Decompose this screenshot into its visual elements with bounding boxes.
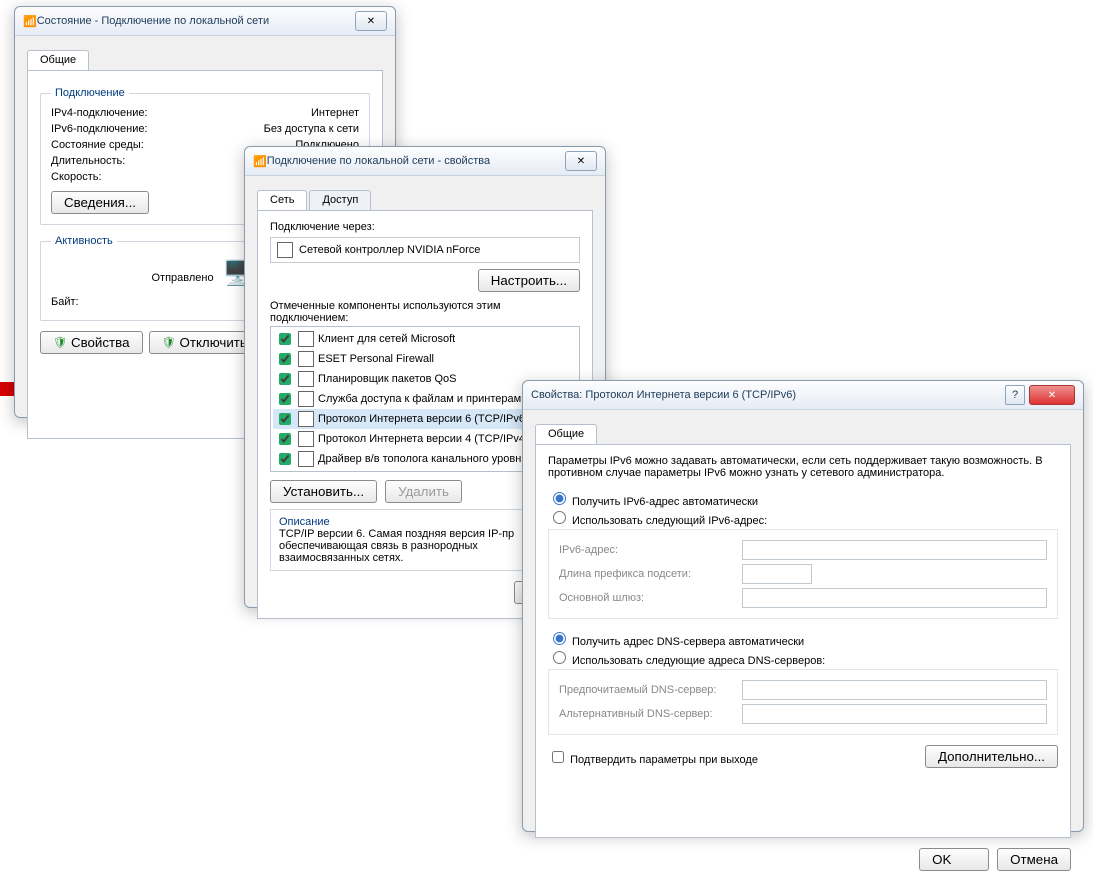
properties-button[interactable]: 🛡Свойства	[40, 331, 143, 354]
details-button[interactable]: Сведения...	[51, 191, 149, 214]
window-icon: 📶	[23, 15, 37, 28]
list-item: ESET Personal Firewall	[273, 349, 577, 369]
install-button[interactable]: Установить...	[270, 480, 377, 503]
radio-manual-dns[interactable]: Использовать следующие адреса DNS-сервер…	[548, 655, 825, 667]
configure-button[interactable]: Настроить...	[478, 269, 580, 292]
nic-icon	[277, 242, 293, 258]
tab-general[interactable]: Общие	[27, 50, 89, 70]
window-ipv6-properties: Свойства: Протокол Интернета версии 6 (T…	[522, 380, 1084, 832]
gateway-input[interactable]	[742, 588, 1047, 608]
validate-checkbox[interactable]: Подтвердить параметры при выходе	[548, 748, 758, 766]
close-button[interactable]: ✕	[1029, 385, 1075, 405]
radio-auto-ip[interactable]: Получить IPv6-адрес автоматически	[548, 496, 758, 508]
tab-network[interactable]: Сеть	[257, 190, 307, 210]
tab-access[interactable]: Доступ	[309, 190, 371, 210]
window-title: Состояние - Подключение по локальной сет…	[37, 15, 351, 27]
radio-manual-ip[interactable]: Использовать следующий IPv6-адрес:	[548, 515, 767, 527]
component-icon	[298, 431, 314, 447]
cancel-button[interactable]: Отмена	[997, 848, 1071, 871]
component-icon	[298, 411, 314, 427]
shield-icon: 🛡	[53, 336, 67, 349]
component-icon	[298, 331, 314, 347]
ok-button[interactable]: OK	[919, 848, 989, 871]
component-icon	[298, 371, 314, 387]
window-title: Свойства: Протокол Интернета версии 6 (T…	[531, 389, 1005, 401]
component-icon	[298, 391, 314, 407]
component-icon	[298, 351, 314, 367]
component-icon	[298, 471, 314, 472]
intro-text: Параметры IPv6 можно задавать автоматиче…	[548, 455, 1058, 479]
adapter-box: Сетевой контроллер NVIDIA nForce	[270, 237, 580, 263]
window-icon: 📶	[253, 155, 267, 168]
tab-general[interactable]: Общие	[535, 424, 597, 444]
dns2-input[interactable]	[742, 704, 1047, 724]
advanced-button[interactable]: Дополнительно...	[925, 745, 1058, 768]
ipv6-address-input[interactable]	[742, 540, 1047, 560]
radio-auto-dns[interactable]: Получить адрес DNS-сервера автоматически	[548, 636, 804, 648]
shield-icon: 🛡	[162, 336, 176, 349]
dns1-input[interactable]	[742, 680, 1047, 700]
remove-button[interactable]: Удалить	[385, 480, 462, 503]
component-icon	[298, 451, 314, 467]
prefix-input[interactable]	[742, 564, 812, 584]
list-item: Клиент для сетей Microsoft	[273, 329, 577, 349]
close-button[interactable]: ✕	[355, 11, 387, 31]
close-button[interactable]: ✕	[565, 151, 597, 171]
window-title: Подключение по локальной сети - свойства	[267, 155, 561, 167]
help-button[interactable]: ?	[1005, 385, 1025, 405]
